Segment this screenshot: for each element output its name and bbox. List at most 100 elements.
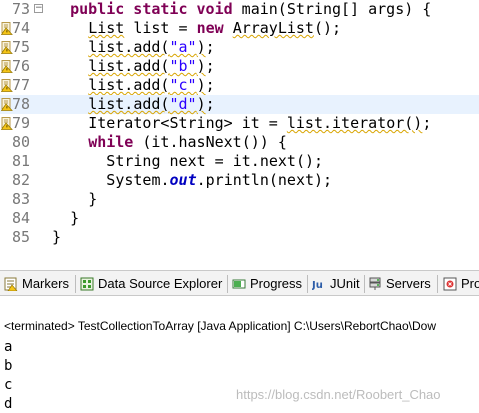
line-number: 82 <box>12 171 31 189</box>
code-text[interactable]: while (it.hasNext()) { <box>88 134 287 151</box>
line-gutter[interactable]: 78 <box>0 95 34 114</box>
code-token: } <box>52 228 62 246</box>
code-token: "c" <box>169 76 197 94</box>
line-gutter[interactable]: 82 <box>0 171 34 190</box>
code-line[interactable]: 79 Iterator<String> it = list.iterator(); <box>0 114 479 133</box>
code-token: new <box>196 19 224 37</box>
code-line[interactable]: 76 list.add("b"); <box>0 57 479 76</box>
code-token: Iterator<String> it = <box>88 114 287 132</box>
line-number: 84 <box>12 209 31 227</box>
code-text[interactable]: list.add("c"); <box>88 77 214 94</box>
code-text[interactable]: public static void main(String[] args) { <box>70 1 431 18</box>
code-line[interactable]: 83} <box>0 190 479 209</box>
line-gutter[interactable]: 79 <box>0 114 34 133</box>
line-gutter[interactable]: 76 <box>0 57 34 76</box>
code-token: "b" <box>169 57 197 75</box>
code-token: list.add( <box>88 57 170 75</box>
servers-icon <box>369 277 381 290</box>
code-line[interactable]: 82 System.out.println(next); <box>0 171 479 190</box>
code-token: ) <box>196 38 206 56</box>
line-gutter[interactable]: 73 <box>0 0 34 19</box>
code-line[interactable]: 84} <box>0 209 479 228</box>
code-text[interactable]: list.add("a"); <box>88 39 214 56</box>
code-token: List <box>88 19 125 37</box>
line-gutter[interactable]: 75 <box>0 38 34 57</box>
line-gutter[interactable]: 84 <box>0 209 34 228</box>
progress-icon <box>232 279 246 289</box>
code-text[interactable]: list.add("d"); <box>88 96 214 113</box>
tab-separator <box>364 275 365 293</box>
view-tab-bar: Markers Data Source Explorer Progress Ju JUn… <box>0 270 479 296</box>
tab-separator <box>227 275 228 293</box>
tab-separator <box>307 275 308 293</box>
tab-label: Markers <box>22 276 69 291</box>
line-number: 74 <box>12 19 31 37</box>
tab-separator <box>75 275 76 293</box>
code-token: } <box>88 190 98 208</box>
code-token: out <box>169 171 197 189</box>
code-token: ArrayList <box>232 19 314 37</box>
console-output-line: d <box>4 396 13 412</box>
console-process-label: <terminated> TestCollectionToArray [Java… <box>4 319 436 333</box>
junit-icon: Ju <box>312 280 323 291</box>
code-token: ; <box>205 38 215 56</box>
code-text[interactable]: list.add("b"); <box>88 58 214 75</box>
code-token: ; <box>205 95 215 113</box>
code-line[interactable]: 78 list.add("d"); <box>0 95 479 114</box>
code-token: .println(next); <box>196 171 333 189</box>
code-line[interactable]: 74 List list = new ArrayList(); <box>0 19 479 38</box>
java-editor[interactable]: 73− public static void main(String[] args… <box>0 0 479 255</box>
code-text[interactable]: } <box>70 210 79 227</box>
code-token: "a" <box>169 38 197 56</box>
line-number: 78 <box>12 95 31 113</box>
code-line[interactable]: 75 list.add("a"); <box>0 38 479 57</box>
line-gutter[interactable]: 83 <box>0 190 34 209</box>
tab-separator <box>437 275 438 293</box>
line-number: 77 <box>12 76 31 94</box>
line-gutter[interactable]: 74 <box>0 19 34 38</box>
code-token: ; <box>205 57 215 75</box>
code-text[interactable]: String next = it.next(); <box>106 153 323 170</box>
line-gutter[interactable]: 85 <box>0 228 34 247</box>
line-number: 75 <box>12 38 31 56</box>
code-token: (it.hasNext()) { <box>133 133 287 151</box>
collapse-fold-icon[interactable]: − <box>34 4 43 13</box>
line-number: 76 <box>12 57 31 75</box>
tab-label: Servers <box>386 276 431 291</box>
code-token: String next = it.next(); <box>106 152 324 170</box>
console-view[interactable]: <terminated> TestCollectionToArray [Java… <box>0 297 479 413</box>
code-token: ) <box>196 57 206 75</box>
code-token: while <box>88 133 134 151</box>
code-token: list = <box>124 19 197 37</box>
watermark-text: https://blog.csdn.net/Roobert_Chao <box>236 387 441 402</box>
data-source-explorer-icon <box>80 277 94 291</box>
line-gutter[interactable]: 81 <box>0 152 34 171</box>
code-text[interactable]: System.out.println(next); <box>106 172 332 189</box>
code-line[interactable]: 73− public static void main(String[] args… <box>0 0 479 19</box>
code-token: "d" <box>169 95 197 113</box>
code-text[interactable]: List list = new ArrayList(); <box>88 20 341 37</box>
tab-label: Data Source Explorer <box>98 276 223 291</box>
code-token: list.add( <box>88 38 170 56</box>
code-line[interactable]: 85} <box>0 228 479 247</box>
code-token: public static void <box>70 0 233 18</box>
code-token: System. <box>106 171 170 189</box>
line-gutter[interactable]: 80 <box>0 133 34 152</box>
line-number: 85 <box>12 228 31 246</box>
tab-label: JUnit <box>330 276 360 291</box>
svg-text:Ju: Ju <box>312 280 323 291</box>
code-token: } <box>70 209 80 227</box>
code-text[interactable]: } <box>52 229 61 246</box>
line-number: 80 <box>12 133 31 151</box>
line-gutter[interactable]: 77 <box>0 76 34 95</box>
code-line[interactable]: 81 String next = it.next(); <box>0 152 479 171</box>
code-text[interactable]: } <box>88 191 97 208</box>
code-text[interactable]: Iterator<String> it = list.iterator(); <box>88 115 431 132</box>
code-line[interactable]: 77 list.add("c"); <box>0 76 479 95</box>
line-number: 83 <box>12 190 31 208</box>
code-token: ) <box>196 76 206 94</box>
code-token: main(String[] args) { <box>232 0 432 18</box>
problems-icon <box>443 277 457 291</box>
code-line[interactable]: 80 while (it.hasNext()) { <box>0 133 479 152</box>
